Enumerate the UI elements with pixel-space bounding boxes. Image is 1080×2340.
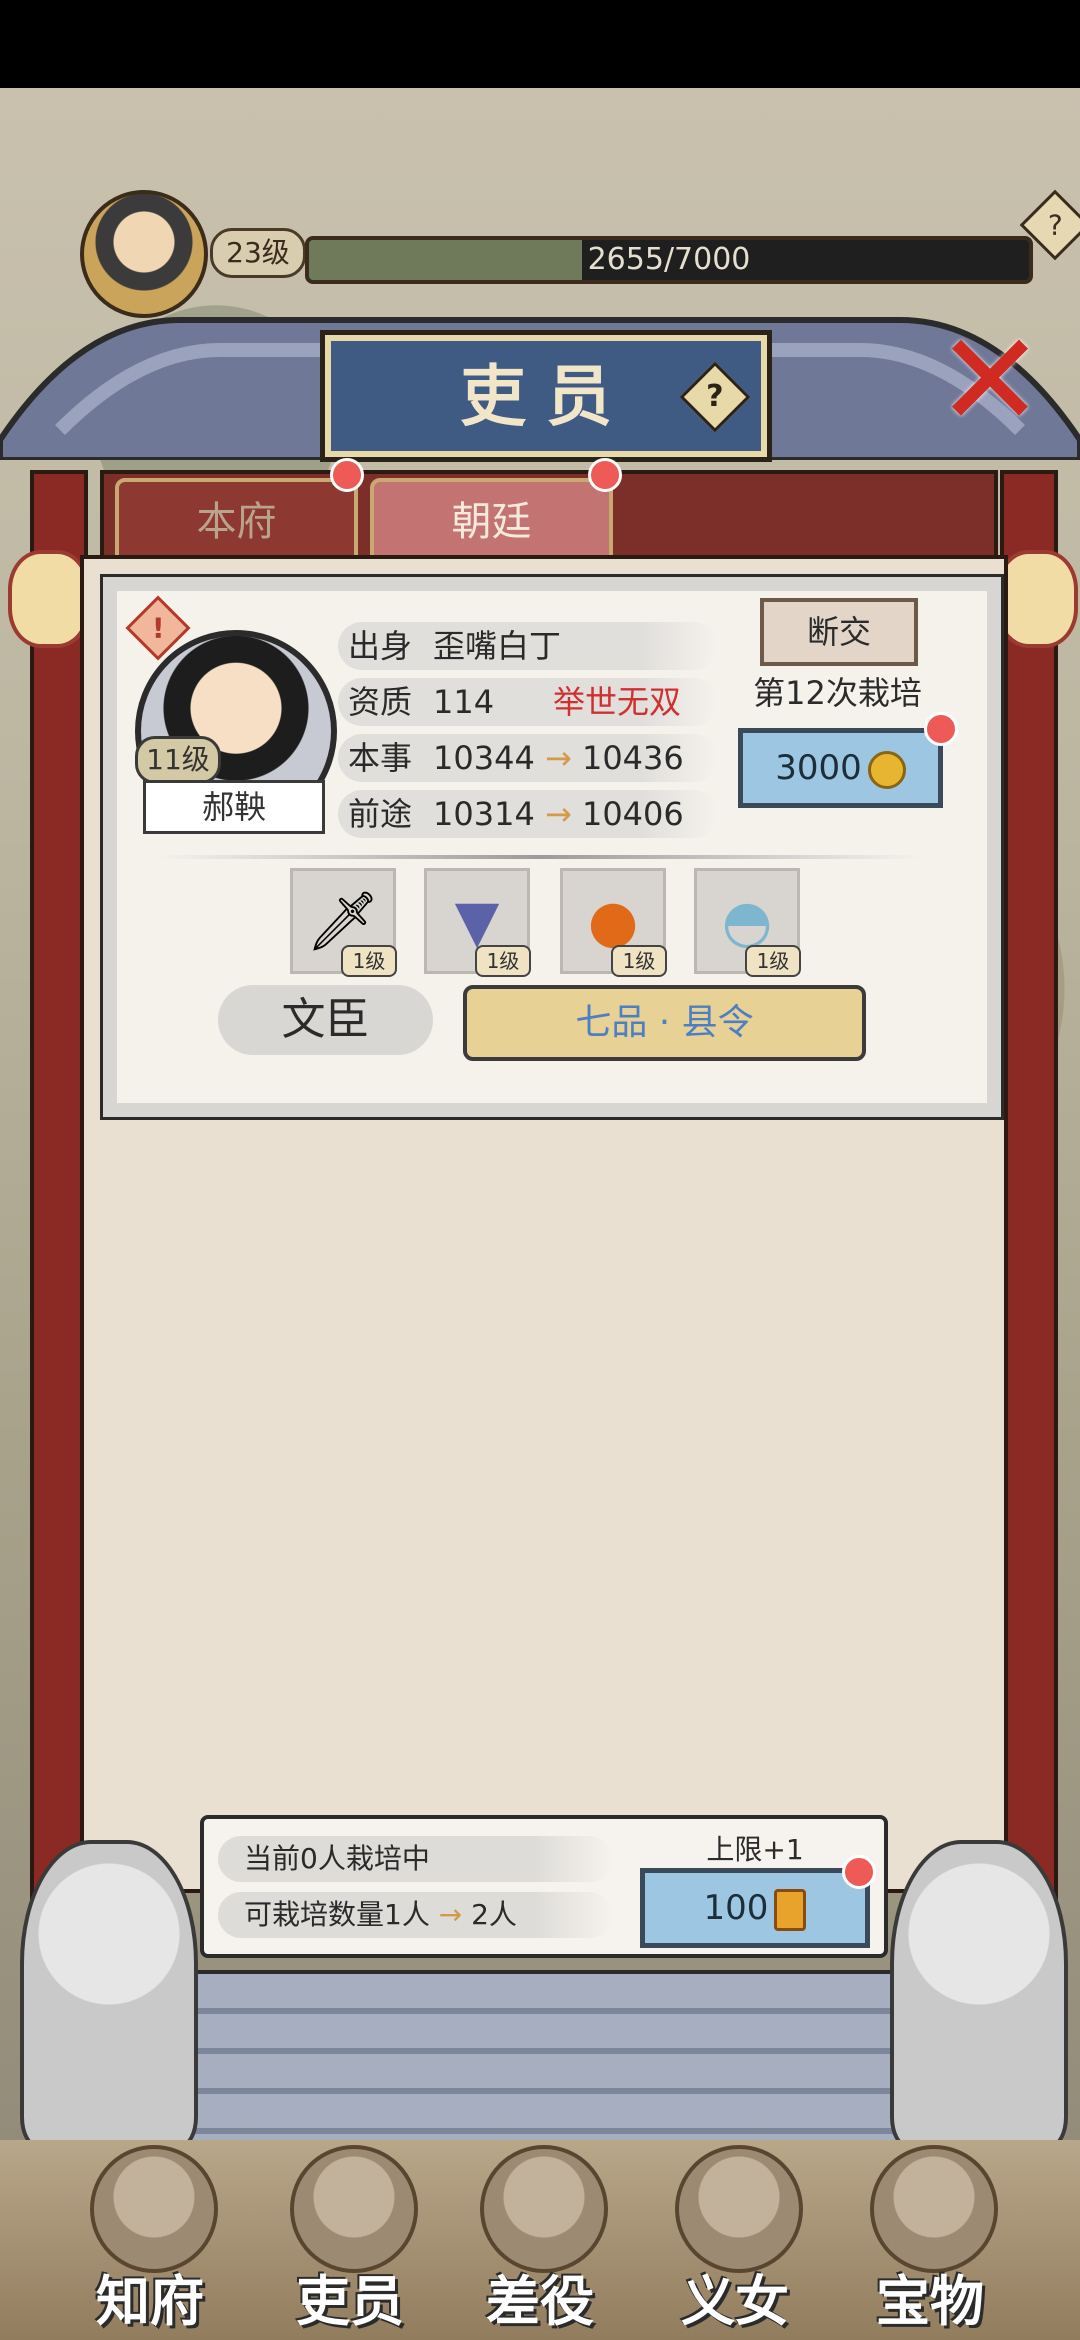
stone-lion-right: [890, 1840, 1068, 2148]
arrow-right-icon: →: [544, 795, 572, 833]
notification-dot: [924, 712, 958, 746]
arrow-right-icon: →: [544, 739, 572, 777]
capacity-row: 可栽培数量1人 → 2人: [218, 1892, 613, 1938]
quality-label: 资质: [348, 683, 413, 721]
notification-dot: [842, 1855, 876, 1889]
avatar: [480, 2145, 608, 2273]
attr-row-origin: 出身 歪嘴白丁: [338, 622, 718, 670]
cultivate-button[interactable]: 3000: [738, 728, 943, 808]
ability-from: 10344: [433, 739, 535, 777]
nav-label: 吏员: [296, 2269, 404, 2333]
exp-bar: 2655/7000: [305, 236, 1033, 284]
quality-grade: 举世无双: [553, 683, 682, 721]
origin-value: 歪嘴白丁: [433, 627, 562, 665]
ability-to: 10436: [581, 739, 684, 777]
attr-row-ability: 本事 10344 → 10436: [338, 734, 718, 782]
current-cultivating: 当前0人栽培中: [218, 1836, 613, 1882]
equip-slot-jade[interactable]: ● 1级: [560, 868, 667, 977]
nav-label: 义女: [681, 2269, 789, 2333]
tab-benfu[interactable]: 本府: [115, 478, 358, 566]
equip-slot-bowl[interactable]: ◓ 1级: [694, 868, 801, 977]
sever-button[interactable]: 断交: [760, 598, 918, 666]
official-name: 郝鞅: [143, 780, 325, 834]
avatar: [90, 2145, 218, 2273]
equip-level: 1级: [611, 945, 667, 977]
lantern-icon: [8, 550, 90, 648]
equip-level: 1级: [341, 945, 397, 977]
origin-label: 出身: [348, 627, 413, 665]
quality-value: 114: [433, 683, 495, 721]
player-level-badge: 23级: [210, 228, 306, 278]
nav-label: 知府: [96, 2269, 204, 2333]
nav-item-baowu[interactable]: 宝物: [830, 2145, 1030, 2335]
arrow-right-icon: →: [438, 1898, 463, 1931]
cultivate-count: 第12次栽培: [753, 674, 922, 712]
attr-row-quality: 资质 114 举世无双: [338, 678, 718, 726]
lantern-icon: [996, 550, 1078, 648]
notification-dot: [330, 458, 364, 492]
prospect-to: 10406: [581, 795, 684, 833]
nav-item-zhifu[interactable]: 知府: [50, 2145, 250, 2335]
official-level-badge: 11级: [135, 736, 221, 784]
cultivate-cost: 3000: [775, 748, 862, 788]
nav-label: 宝物: [876, 2269, 984, 2333]
token-icon: [774, 1888, 807, 1931]
nav-item-liyuan[interactable]: 吏员: [250, 2145, 450, 2335]
avatar: [870, 2145, 998, 2273]
tab-chaoting[interactable]: 朝廷: [370, 478, 613, 566]
ability-values: 10344 → 10436: [433, 734, 684, 782]
coin-icon: [867, 750, 906, 789]
prospect-from: 10314: [433, 795, 535, 833]
equip-slot-sword[interactable]: 🗡 1级: [290, 868, 397, 977]
stairs-decoration: [180, 1970, 900, 2144]
stone-lion-left: [20, 1840, 198, 2148]
attr-row-prospect: 前途 10314 → 10406: [338, 790, 718, 838]
limit-cost: 100: [703, 1888, 769, 1928]
limit-increase-button[interactable]: 100: [640, 1868, 870, 1948]
avatar: [675, 2145, 803, 2273]
prospect-label: 前途: [348, 795, 413, 833]
rank-bar[interactable]: 七品 · 县令: [463, 985, 866, 1061]
category-tag: 文臣: [218, 985, 433, 1055]
capacity-from: 可栽培数量1人: [244, 1898, 430, 1931]
ability-label: 本事: [348, 739, 413, 777]
equip-level: 1级: [745, 945, 801, 977]
nav-item-yinv[interactable]: 义女: [635, 2145, 835, 2335]
equip-level: 1级: [475, 945, 531, 977]
frame-pillar-right: [1000, 470, 1058, 1948]
capacity-to: 2人: [471, 1898, 517, 1931]
nav-label: 差役: [486, 2269, 594, 2333]
close-button[interactable]: ✕: [930, 315, 1050, 445]
prospect-values: 10314 → 10406: [433, 790, 684, 838]
avatar: [290, 2145, 418, 2273]
notification-dot: [588, 458, 622, 492]
limit-label: 上限+1: [706, 1833, 804, 1866]
divider: [160, 855, 920, 859]
equip-slot-robe[interactable]: ▼ 1级: [424, 868, 531, 977]
exp-text: 2655/7000: [587, 242, 751, 277]
nav-item-chaiyi[interactable]: 差役: [440, 2145, 640, 2335]
